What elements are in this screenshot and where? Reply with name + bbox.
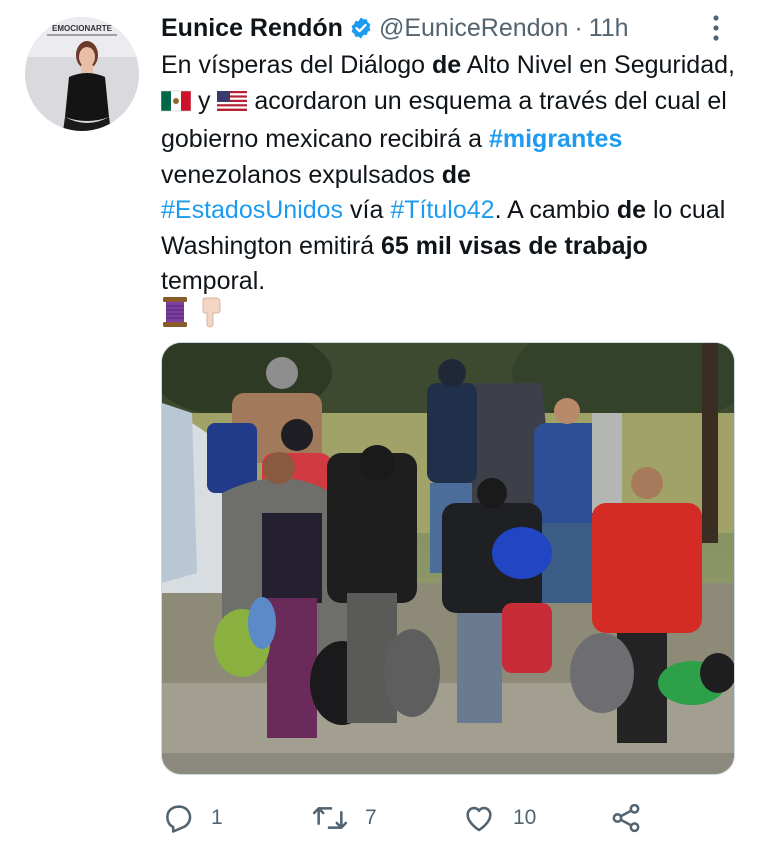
share-icon — [609, 801, 643, 835]
avatar-banner-text: EMOCIONARTE — [52, 24, 113, 33]
hashtag-migrantes[interactable]: #migrantes — [489, 125, 622, 153]
tweet-header: Eunice Rendón @EuniceRendon · 11h — [161, 12, 730, 44]
tweet-text-segment: En vísperas del Diálogo — [161, 51, 432, 79]
hashtag-titulo42[interactable]: #Título42 — [390, 196, 494, 224]
share-button[interactable] — [609, 798, 643, 838]
mexico-flag-icon — [160, 87, 192, 123]
usa-flag-icon — [217, 87, 248, 123]
more-options-icon[interactable] — [702, 14, 730, 42]
tweet-text-bold: de — [616, 196, 647, 224]
tweet-text-bold: de — [431, 51, 462, 79]
tweet-timestamp[interactable]: 11h — [589, 14, 629, 43]
pointing-down-icon — [197, 296, 225, 328]
author-handle[interactable]: @EuniceRendon — [379, 14, 568, 43]
reply-count: 1 — [211, 806, 223, 829]
hashtag-estados-unidos[interactable]: #EstadosUnidos — [161, 196, 343, 224]
retweet-icon — [311, 801, 349, 835]
tweet-text-segment: venezolanos expulsados — [161, 160, 442, 189]
thread-spool-icon — [161, 296, 189, 328]
tweet-text-segment: y — [191, 86, 218, 115]
tweet-text-bold: de — [441, 160, 471, 189]
author-name[interactable]: Eunice Rendón — [161, 14, 343, 43]
tweet-text: En vísperas del Diálogo de Alto Nivel en… — [160, 48, 741, 300]
like-count: 10 — [513, 806, 537, 829]
like-button[interactable]: 10 — [461, 798, 536, 838]
avatar[interactable]: EMOCIONARTE — [25, 17, 139, 131]
verified-badge-icon — [349, 16, 373, 40]
separator-dot: · — [574, 13, 583, 42]
retweet-button[interactable]: 7 — [311, 798, 377, 838]
like-icon — [461, 801, 497, 835]
emoji-line — [161, 296, 225, 328]
tweet-text-segment: Alto Nivel en Seguridad, — [461, 51, 735, 79]
tweet-actions: 1 7 10 — [161, 798, 661, 838]
tweet-text-bold: 65 mil visas de trabajo — [381, 231, 648, 260]
tweet-text-segment: vía — [343, 196, 391, 224]
retweet-count: 7 — [365, 806, 377, 829]
tweet-text-segment: . A cambio — [494, 196, 617, 224]
tweet-text-segment: temporal. — [161, 267, 266, 295]
reply-button[interactable]: 1 — [161, 798, 223, 838]
reply-icon — [161, 801, 195, 835]
tweet-photo[interactable] — [161, 342, 735, 775]
